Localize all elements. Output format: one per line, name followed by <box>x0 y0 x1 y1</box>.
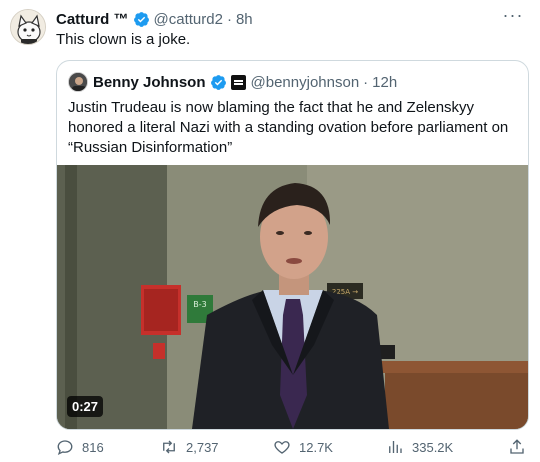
author-handle[interactable]: @catturd2 <box>154 11 223 28</box>
verified-badge-icon <box>133 11 149 27</box>
author-name[interactable]: Catturd ™ <box>56 11 129 28</box>
view-count: 335.2K <box>412 439 454 455</box>
quoted-author-handle: @bennyjohnson <box>250 73 360 91</box>
views-bar-chart-icon <box>389 441 402 453</box>
room-sign-text: B-3 <box>193 300 206 309</box>
retweet-count: 2,737 <box>186 439 219 455</box>
quoted-tweet-text: Justin Trudeau is now blaming the fact t… <box>68 99 509 156</box>
share-button[interactable] <box>508 436 534 458</box>
tweet-timestamp[interactable]: 8h <box>236 11 253 28</box>
tweet-text: This clown is a joke. <box>56 31 191 48</box>
more-options-button[interactable]: ··· <box>502 6 524 28</box>
share-icon <box>510 439 524 454</box>
affiliation-badge-icon <box>230 74 246 90</box>
retweet-icon <box>163 440 175 454</box>
retweet-button[interactable]: 2,737 <box>160 436 219 458</box>
reply-button[interactable]: 816 <box>56 436 104 458</box>
tweet-action-bar: 816 2,737 12.7K 335.2K <box>56 436 530 460</box>
tweet-header: Catturd ™ @catturd2 · 8h <box>56 9 253 29</box>
person-avatar-icon <box>69 73 87 91</box>
video-duration-badge: 0:27 <box>67 396 104 417</box>
quoted-tweet-timestamp: 12h <box>372 73 398 91</box>
heart-icon <box>274 441 290 454</box>
like-button[interactable]: 12.7K <box>273 436 333 458</box>
quoted-tweet-header: Benny Johnson @bennyjohnson · 12h <box>68 72 397 92</box>
quoted-author-name: Benny Johnson <box>93 73 206 91</box>
video-player[interactable]: B-3 225A → 0:27 <box>57 165 528 429</box>
like-count: 12.7K <box>299 439 333 455</box>
separator-dot: · <box>226 10 232 28</box>
reply-count: 816 <box>82 439 104 455</box>
reply-icon <box>57 440 73 456</box>
views-button[interactable]: 335.2K <box>386 436 453 458</box>
quoted-tweet-card[interactable]: Benny Johnson @bennyjohnson · 12h Justin… <box>56 60 529 430</box>
separator-dot: · <box>363 73 369 91</box>
quoted-author-avatar <box>68 72 88 92</box>
verified-badge-icon <box>210 74 226 90</box>
cat-avatar-icon <box>11 10 45 44</box>
author-avatar[interactable] <box>10 9 46 45</box>
video-frame-image: B-3 225A → <box>57 165 528 429</box>
